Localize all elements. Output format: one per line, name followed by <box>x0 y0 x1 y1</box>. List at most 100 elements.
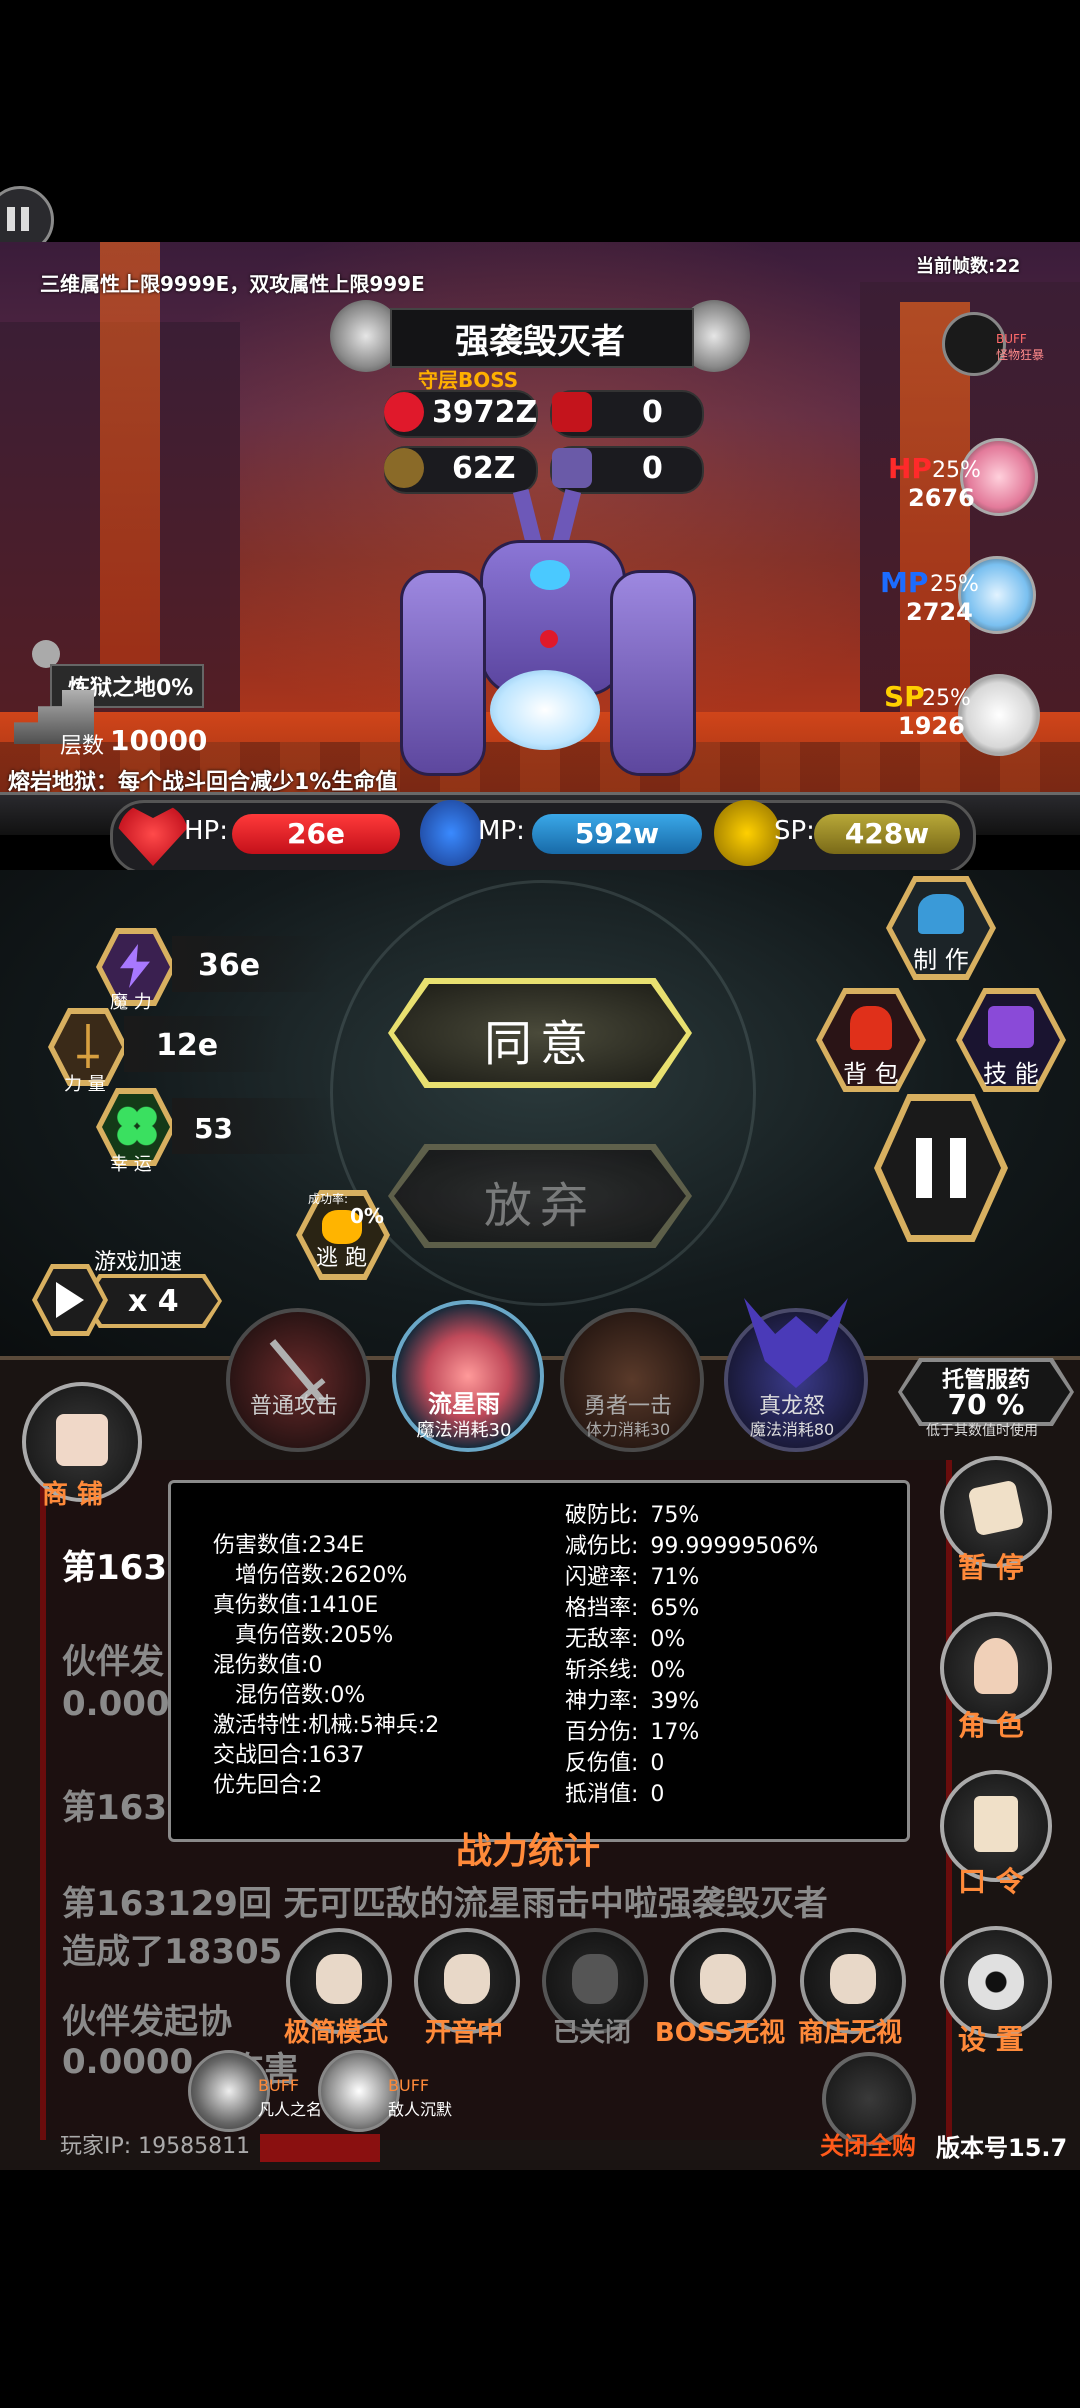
stat-row: 混伤数值:0 <box>213 1647 322 1679</box>
close-purchase-label: 关闭全购 <box>820 2132 916 2160</box>
stat-value: 2 <box>308 1773 323 1798</box>
stat-row: 反伤值: 0 <box>565 1745 664 1777</box>
stat-row: 神力率: 39% <box>565 1683 699 1715</box>
log-line: 伙伴发 <box>62 1642 164 1682</box>
stat-row: 无敌率: 0% <box>565 1621 685 1653</box>
log-line: 伙伴发起协 <box>62 2002 232 2042</box>
pause-side-label: 暂 停 <box>958 1551 1024 1584</box>
gear-icon <box>968 1954 1024 2010</box>
skill-normal-attack[interactable]: 普通攻击 <box>226 1308 370 1452</box>
bottom-red-strip <box>260 2134 380 2162</box>
mp-potion-pct: 25% <box>930 572 979 597</box>
sword-icon <box>384 448 424 488</box>
stat-key: 抵消值: <box>565 1782 639 1807</box>
stat-value: 1410E <box>308 1593 379 1618</box>
stat-key: 减伤比: <box>565 1534 639 1559</box>
role-label: 角 色 <box>958 1709 1024 1742</box>
agree-button[interactable]: 同意 <box>388 978 692 1088</box>
stat-key: 神力率: <box>565 1689 639 1714</box>
stat-key: 真伤倍数: <box>235 1623 331 1648</box>
code-label: 口 令 <box>958 1865 1024 1898</box>
floor-value: 10000 <box>110 724 208 757</box>
money-bag-icon <box>830 1954 876 2004</box>
skill-hero-strike[interactable]: 勇者一击 体力消耗30 <box>560 1308 704 1452</box>
log-line: 第163 <box>62 1788 167 1828</box>
abandon-label: 放弃 <box>483 1178 596 1234</box>
buff-label: 敌人沉默 <box>388 2100 453 2119</box>
log-line: 第163129回 无可匹敌的流星雨击中啦强袭毁灭者 <box>62 1884 828 1924</box>
stat-row: 增伤倍数:2620% <box>235 1557 407 1589</box>
stat-key: 无敌率: <box>565 1627 639 1652</box>
escape-rate-label: 成功率: <box>308 1192 349 1206</box>
magic-label: 魔 力 <box>110 992 152 1013</box>
stat-value: 0% <box>650 1658 686 1683</box>
sp-potion-value: 1926 <box>898 712 965 740</box>
stat-value: 0 <box>650 1782 665 1807</box>
escape-rate: 0% <box>350 1204 384 1228</box>
stat-row: 伤害数值:234E <box>213 1527 364 1559</box>
stat-row: 真伤数值:1410E <box>213 1587 378 1619</box>
abandon-button[interactable]: 放弃 <box>388 1144 692 1248</box>
stat-key: 斩杀线: <box>565 1658 639 1683</box>
stat-key: 破防比: <box>565 1503 639 1528</box>
pause-icon <box>916 1138 932 1198</box>
dice-icon <box>967 1479 1025 1537</box>
sp-potion-label: SP <box>884 680 925 713</box>
player-hp-label: HP: <box>184 816 228 846</box>
buff-badge: BUFF <box>388 2076 430 2095</box>
settings-label: 设 置 <box>958 2023 1024 2056</box>
stat-key: 激活特性: <box>213 1713 309 1738</box>
stat-key: 反伤值: <box>565 1751 639 1776</box>
stat-value: 234E <box>308 1533 365 1558</box>
strength-value: 12e <box>156 1028 219 1063</box>
stat-value: 0 <box>308 1653 323 1678</box>
speaker-icon <box>444 1954 490 2004</box>
log-line: 造成了18305 <box>62 1932 283 1972</box>
stat-row: 混伤倍数:0% <box>235 1677 365 1709</box>
shop-label: 商 铺 <box>42 1480 104 1510</box>
shield-icon <box>552 392 592 432</box>
mp-potion-value: 2724 <box>906 598 973 626</box>
sound-on-label: 开音中 <box>424 2018 503 2048</box>
dragon-head-icon <box>700 1954 746 2004</box>
stat-value: 0 <box>650 1751 665 1776</box>
auto-potion-button[interactable]: 托管服药 70 % <box>898 1358 1074 1426</box>
stat-row: 斩杀线: 0% <box>565 1652 685 1684</box>
stats-panel: 伤害数值:234E 增伤倍数:2620% 真伤数值:1410E 真伤倍数:205% 混伤… <box>168 1480 910 1842</box>
backpack-icon <box>850 1006 892 1050</box>
stat-key: 混伤倍数: <box>235 1683 331 1708</box>
stat-value: 75% <box>650 1503 700 1528</box>
luck-value: 53 <box>194 1112 233 1145</box>
stat-value: 1637 <box>308 1743 365 1768</box>
minimal-mode-label: 极简模式 <box>283 2018 388 2048</box>
book-icon <box>988 1006 1034 1048</box>
skill-meteor[interactable]: 流星雨 魔法消耗30 <box>392 1300 544 1452</box>
boss-name: 强袭毁灭者 <box>455 322 625 362</box>
armor-icon <box>552 448 592 488</box>
log-line: 第163 <box>62 1548 167 1588</box>
stat-row: 交战回合:1637 <box>213 1737 364 1769</box>
clover-icon <box>114 1104 160 1148</box>
boss-sprite <box>400 488 696 800</box>
buff-badge: BUFF <box>258 2076 300 2095</box>
stat-row: 优先回合:2 <box>213 1767 322 1799</box>
stat-value: 71% <box>650 1565 700 1590</box>
scroll-icon <box>974 1796 1018 1852</box>
stat-key: 优先回合: <box>213 1773 309 1798</box>
stat-value: 0% <box>650 1627 686 1652</box>
boss-nameplate: 强袭毁灭者 <box>330 300 750 372</box>
floor-label: 层数 <box>60 734 105 759</box>
log-line: 0.0000 <box>62 2042 194 2082</box>
stat-row: 真伤倍数:205% <box>235 1617 393 1649</box>
agree-label: 同意 <box>483 1016 596 1072</box>
player-mp-label: MP: <box>478 816 525 846</box>
stat-row: 格挡率: 65% <box>565 1590 699 1622</box>
skill-dragon-rage[interactable]: 真龙怒 魔法消耗80 <box>724 1298 868 1452</box>
hp-potion-label: HP <box>888 452 932 485</box>
player-mp-value: 592w <box>574 817 660 850</box>
strength-icon <box>714 800 780 866</box>
skill-meteor-label: 流星雨 <box>428 1390 500 1418</box>
speed-button[interactable]: x 4 <box>32 1264 222 1336</box>
monster-buff-badge: BUFF <box>996 332 1027 346</box>
stat-key: 伤害数值: <box>213 1533 309 1558</box>
